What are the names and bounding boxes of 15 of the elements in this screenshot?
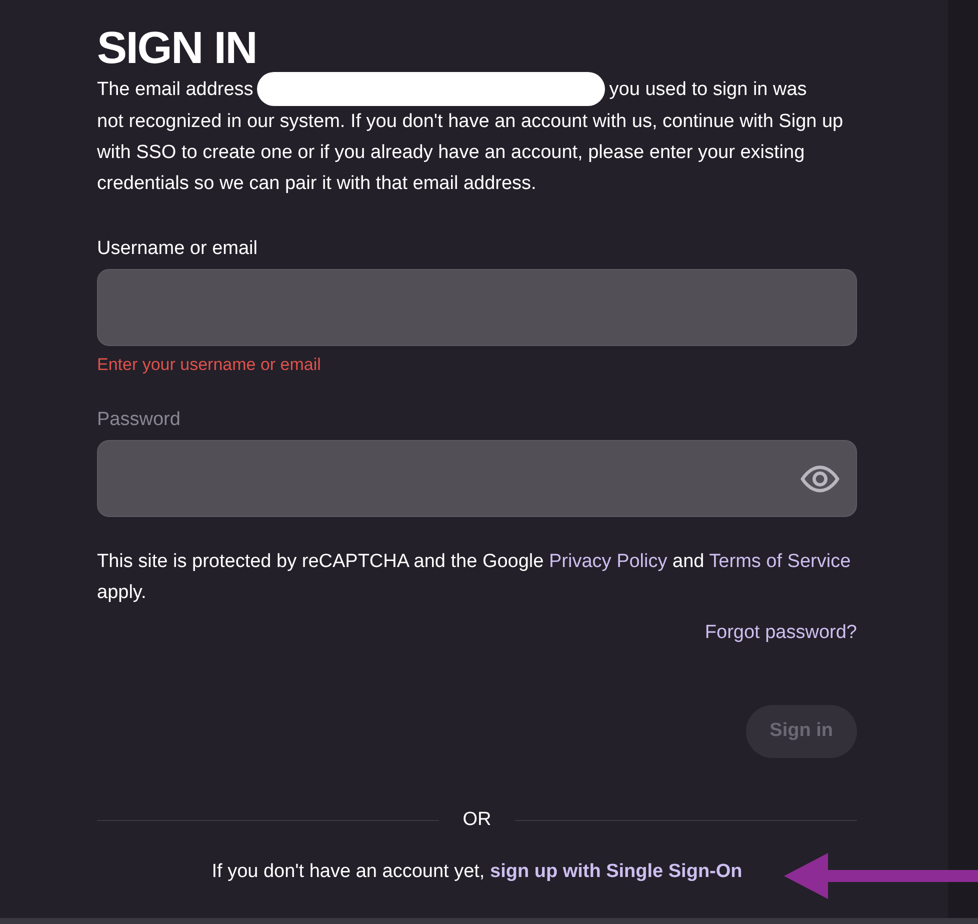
recaptcha-notice: This site is protected by reCAPTCHA and the Google Privacy Policy and Terms of Service apply. bbox=[97, 550, 852, 605]
field-label: Password bbox=[97, 408, 182, 432]
privacy-policy-link[interactable]: Privacy Policy bbox=[549, 551, 668, 572]
terms-link[interactable]: Terms of Service bbox=[709, 551, 851, 572]
forgot-password-link[interactable]: Forgot password? bbox=[704, 620, 857, 646]
page-title: SIGN IN bbox=[97, 22, 258, 74]
intro-text-line: you used to sign in was bbox=[609, 78, 807, 102]
password-field[interactable] bbox=[97, 440, 857, 517]
intro-text: not recognized in our system. If you don't have an account with us, continue with Sign up with SSO to create one or if you already have an account, please enter your existing credentials so we can pair it with that email address. bbox=[97, 110, 844, 196]
divider-label: OR bbox=[462, 808, 492, 832]
error-message: Enter your username or email bbox=[97, 354, 322, 376]
intro-text-start: The email address bbox=[97, 78, 254, 102]
sso-signup-link[interactable]: sign up with Single Sign-On bbox=[490, 860, 742, 882]
username-field[interactable] bbox=[97, 269, 857, 346]
field-label: Username or email bbox=[97, 237, 258, 261]
